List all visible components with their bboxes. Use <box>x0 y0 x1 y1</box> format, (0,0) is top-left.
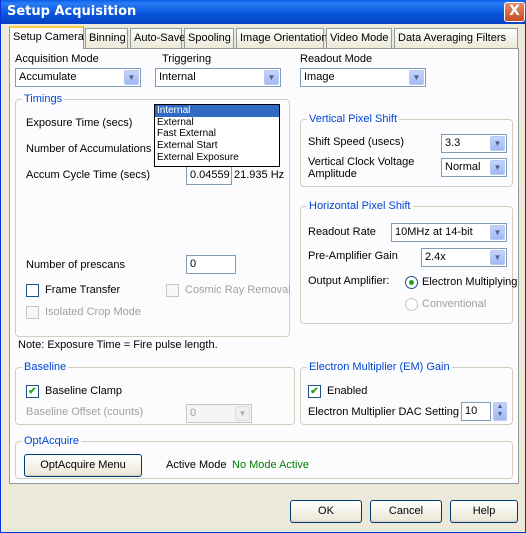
tab-image-orientation[interactable]: Image Orientation <box>236 28 327 48</box>
tab-auto-save[interactable]: Auto-Save <box>130 28 185 48</box>
electron-multiplying-radio[interactable] <box>405 276 418 289</box>
conventional-label: Conventional <box>422 298 487 310</box>
em-gain-title: Electron Multiplier (EM) Gain <box>307 361 452 373</box>
exposure-note: Note: Exposure Time = Fire pulse length. <box>18 339 218 351</box>
clock-voltage-label: Vertical Clock Voltage <box>308 156 415 168</box>
window-title: Setup Acquisition <box>7 4 137 19</box>
conventional-radio[interactable] <box>405 298 418 311</box>
prescans-label: Number of prescans <box>26 259 126 271</box>
triggering-option[interactable]: Internal <box>155 105 279 117</box>
optacquire-menu-button[interactable]: OptAcquire Menu <box>24 454 142 477</box>
triggering-option[interactable]: Fast External <box>155 128 279 140</box>
triggering-select[interactable]: Internal ▼ <box>155 68 281 87</box>
prescans-input[interactable]: 0 <box>186 255 236 274</box>
em-dac-label: Electron Multiplier DAC Setting <box>308 406 460 418</box>
timings-title: Timings <box>22 93 65 105</box>
isolated-crop-label: Isolated Crop Mode <box>45 306 141 318</box>
ok-button[interactable]: OK <box>290 500 362 523</box>
chevron-down-icon[interactable]: ▼ <box>490 160 505 175</box>
readout-rate-value: 10MHz at 14-bit <box>395 226 473 238</box>
acquisition-mode-label: Acquisition Mode <box>15 53 99 65</box>
preamp-gain-label: Pre-Amplifier Gain <box>308 250 398 262</box>
close-icon[interactable]: X <box>504 2 525 22</box>
chevron-down-icon[interactable]: ▼ <box>235 406 250 421</box>
frame-transfer-label: Frame Transfer <box>45 284 121 296</box>
tab-spooling[interactable]: Spooling <box>184 28 234 48</box>
readout-mode-select[interactable]: Image ▼ <box>300 68 426 87</box>
triggering-option[interactable]: External Exposure <box>155 152 279 164</box>
baseline-offset-label: Baseline Offset (counts) <box>26 406 144 418</box>
accum-cycle-input[interactable]: 0.04559 <box>186 166 232 185</box>
optacquire-title: OptAcquire <box>22 435 82 447</box>
baseline-offset-value: 0 <box>190 407 197 419</box>
exposure-time-label: Exposure Time (secs) <box>26 117 133 129</box>
accumulations-label: Number of Accumulations <box>26 143 152 155</box>
tab-binning[interactable]: Binning <box>85 28 128 48</box>
baseline-clamp-checkbox[interactable]: ✔ <box>26 385 39 398</box>
shift-speed-select[interactable]: 3.3 ▼ <box>441 134 507 153</box>
active-mode-value: No Mode Active <box>232 459 310 471</box>
help-button[interactable]: Help <box>450 500 518 523</box>
accum-cycle-hz: 21.935 Hz <box>234 169 285 181</box>
readout-mode-value: Image <box>304 71 335 83</box>
accum-cycle-label: Accum Cycle Time (secs) <box>26 169 151 181</box>
tab-video-mode[interactable]: Video Mode <box>326 28 392 48</box>
em-gain-group: Electron Multiplier (EM) Gain ✔ Enabled … <box>300 361 513 425</box>
chevron-down-icon[interactable]: ▼ <box>124 70 139 85</box>
horizontal-shift-group: Horizontal Pixel Shift Readout Rate 10MH… <box>300 200 517 324</box>
baseline-offset-select[interactable]: 0 ▼ <box>186 404 252 423</box>
cancel-button[interactable]: Cancel <box>370 500 442 523</box>
em-dac-input[interactable]: 10 <box>461 402 491 421</box>
triggering-dropdown-list: Internal External Fast External External… <box>154 104 280 167</box>
chevron-down-icon[interactable]: ▼ <box>490 250 505 265</box>
acquisition-mode-select[interactable]: Accumulate ▼ <box>15 68 141 87</box>
em-enabled-checkbox[interactable]: ✔ <box>308 385 321 398</box>
horizontal-shift-title: Horizontal Pixel Shift <box>307 200 413 212</box>
tab-data-averaging-filters[interactable]: Data Averaging Filters <box>394 28 518 48</box>
chevron-down-icon[interactable]: ▼ <box>490 225 505 240</box>
clock-voltage-value: Normal <box>445 161 481 173</box>
baseline-title: Baseline <box>22 361 69 373</box>
spin-arrows-icon[interactable]: ▲ ▼ <box>493 402 507 421</box>
shift-speed-value: 3.3 <box>445 137 461 149</box>
preamp-gain-value: 2.4x <box>425 251 446 263</box>
chevron-down-icon[interactable]: ▼ <box>490 136 505 151</box>
baseline-clamp-label: Baseline Clamp <box>45 385 123 397</box>
tab-setup-camera[interactable]: Setup Camera <box>9 26 84 49</box>
active-mode-label: Active Mode <box>166 459 227 471</box>
frame-transfer-checkbox[interactable] <box>26 284 39 297</box>
shift-speed-label: Shift Speed (usecs) <box>308 136 404 148</box>
acquisition-mode-value: Accumulate <box>19 71 77 83</box>
output-amp-label: Output Amplifier: <box>308 275 390 287</box>
preamp-gain-select[interactable]: 2.4x ▼ <box>421 248 507 267</box>
vertical-shift-group: Vertical Pixel Shift Shift Speed (usecs)… <box>300 113 513 187</box>
triggering-label: Triggering <box>162 53 212 65</box>
clock-voltage-select[interactable]: Normal ▼ <box>441 158 507 177</box>
readout-rate-select[interactable]: 10MHz at 14-bit ▼ <box>391 223 507 242</box>
vertical-shift-title: Vertical Pixel Shift <box>307 113 400 125</box>
readout-rate-label: Readout Rate <box>308 226 376 238</box>
baseline-group: Baseline ✔ Baseline Clamp Baseline Offse… <box>15 361 295 425</box>
clock-voltage-label-2: Amplitude <box>308 168 357 180</box>
setup-acquisition-window: Setup Acquisition X Setup Camera Binning… <box>0 0 526 533</box>
cosmic-ray-checkbox[interactable] <box>166 284 179 297</box>
triggering-option[interactable]: External Start <box>155 140 279 152</box>
chevron-down-icon[interactable]: ▼ <box>264 70 279 85</box>
em-enabled-label: Enabled <box>327 385 368 397</box>
triggering-value: Internal <box>159 71 196 83</box>
electron-multiplying-label: Electron Multiplying <box>422 276 518 288</box>
title-bar: Setup Acquisition X <box>1 0 526 24</box>
chevron-down-icon[interactable]: ▼ <box>409 70 424 85</box>
readout-mode-label: Readout Mode <box>300 53 373 65</box>
cosmic-ray-label: Cosmic Ray Removal <box>185 284 291 296</box>
optacquire-group: OptAcquire OptAcquire Menu Active Mode N… <box>15 435 513 479</box>
isolated-crop-checkbox[interactable] <box>26 306 39 319</box>
triggering-option[interactable]: External <box>155 117 279 129</box>
